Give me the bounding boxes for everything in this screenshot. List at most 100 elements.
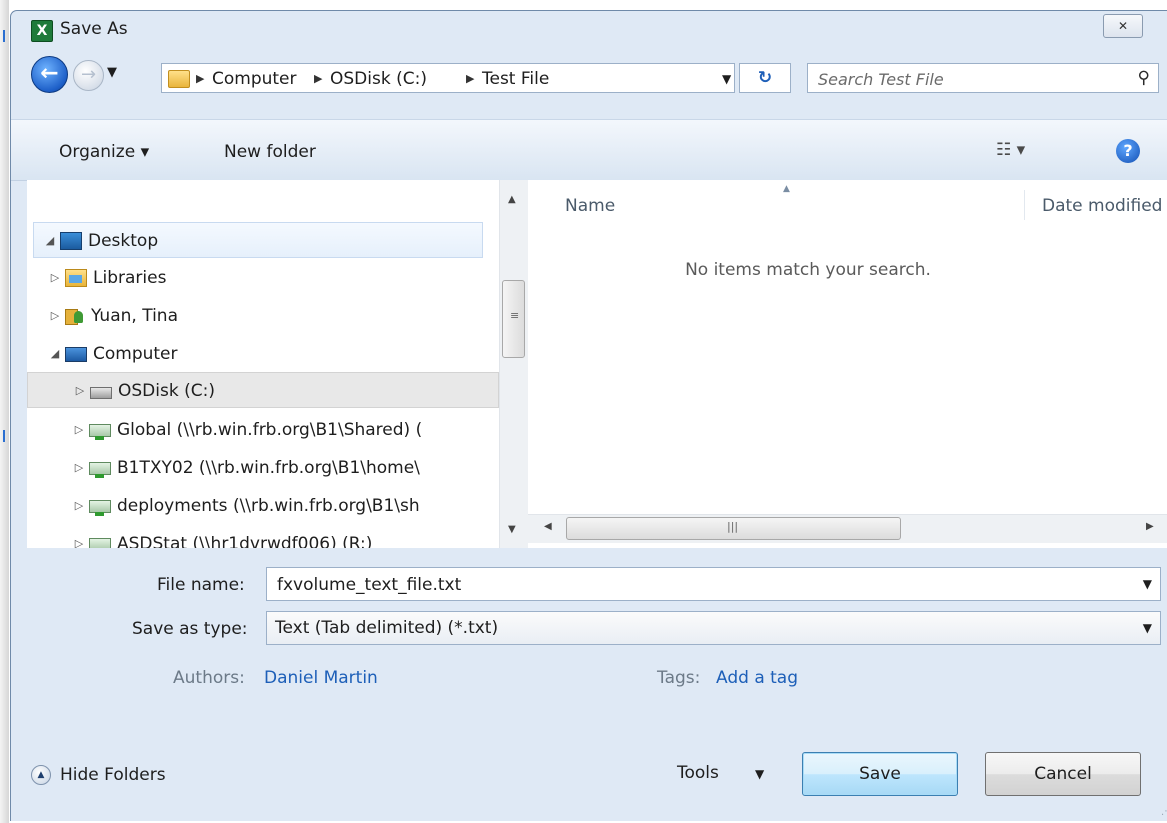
tree-item-global[interactable]: ▷ Global (\\rb.win.frb.org\B1\Shared) ( xyxy=(71,412,422,448)
column-divider[interactable] xyxy=(1024,190,1025,220)
close-icon: ✕ xyxy=(1117,19,1129,33)
tree-item-osdisk[interactable]: ▷ OSDisk (C:) xyxy=(27,372,499,408)
edge-marker xyxy=(3,430,5,442)
tree-item-asdstat[interactable]: ▷ ASDStat (\\hr1dvrwdf006) (R:) xyxy=(71,526,372,548)
chevron-down-icon[interactable]: ▼ xyxy=(755,767,764,781)
tree-item-label: B1TXY02 (\\rb.win.frb.org\B1\home\ xyxy=(117,458,420,478)
expand-arrow-icon[interactable]: ▷ xyxy=(71,526,87,548)
scroll-thumb[interactable]: ||| xyxy=(566,517,901,540)
tags-label: Tags: xyxy=(657,668,701,688)
save-as-type-select[interactable]: Text (Tab delimited) (*.txt) ▼ xyxy=(266,611,1161,645)
file-list-pane[interactable]: ▲ Name Date modified No items match your… xyxy=(528,180,1167,548)
change-view-icon[interactable]: ☷ ▾ xyxy=(996,140,1025,160)
expand-arrow-icon[interactable]: ▷ xyxy=(47,298,63,334)
network-drive-icon xyxy=(89,537,111,548)
save-as-type-label: Save as type: xyxy=(132,619,248,639)
column-header-name[interactable]: Name xyxy=(565,196,615,216)
file-name-label: File name: xyxy=(157,575,245,595)
tree-item-label: Yuan, Tina xyxy=(91,306,178,326)
empty-list-message: No items match your search. xyxy=(685,260,931,280)
chevron-down-icon[interactable]: ▼ xyxy=(1143,621,1152,635)
close-button[interactable]: ✕ xyxy=(1103,14,1143,38)
back-button[interactable]: ← xyxy=(31,56,68,93)
navigation-tree[interactable]: ◢ Desktop ▷ Libraries ▷ Yuan, Tina ◢ Compute… xyxy=(27,180,499,548)
breadcrumb-separator[interactable]: ▶ xyxy=(314,72,322,85)
tree-item-b1txy02[interactable]: ▷ B1TXY02 (\\rb.win.frb.org\B1\home\ xyxy=(71,450,420,486)
tree-item-label: OSDisk (C:) xyxy=(118,381,215,401)
add-tag-link[interactable]: Add a tag xyxy=(716,668,798,688)
grip-icon: ||| xyxy=(727,520,739,533)
scroll-right-icon[interactable]: ▶ xyxy=(1146,521,1154,532)
hide-folders-label: Hide Folders xyxy=(60,765,166,785)
breadcrumb-test-file[interactable]: Test File xyxy=(482,69,549,89)
tree-item-label: ASDStat (\\hr1dvrwdf006) (R:) xyxy=(117,534,373,548)
tree-item-label: deployments (\\rb.win.frb.org\B1\sh xyxy=(117,496,420,516)
tree-vertical-scrollbar[interactable]: ▲ ≡ ▼ xyxy=(499,180,528,548)
recent-pages-dropdown[interactable]: ▼ xyxy=(107,65,117,80)
command-toolbar: Organize ▾ New folder ☷ ▾ ? xyxy=(11,119,1167,181)
resize-grip-icon[interactable]: ⋰ xyxy=(1161,806,1167,817)
list-horizontal-scrollbar[interactable]: ◀ ||| ▶ xyxy=(528,514,1167,543)
network-drive-icon xyxy=(89,499,111,516)
scroll-up-icon[interactable]: ▲ xyxy=(508,194,516,205)
scroll-down-icon[interactable]: ▼ xyxy=(508,524,516,535)
search-icon[interactable]: ⚲ xyxy=(1138,68,1150,88)
save-as-type-value: Text (Tab delimited) (*.txt) xyxy=(275,618,499,638)
expand-arrow-icon[interactable]: ▷ xyxy=(71,488,87,524)
user-folder-icon xyxy=(65,308,85,325)
tree-item-computer[interactable]: ◢ Computer xyxy=(47,336,178,372)
address-bar[interactable]: ▶ Computer ▶ OSDisk (C:) ▶ Test File ▼ xyxy=(161,63,735,93)
collapse-arrow-icon[interactable]: ◢ xyxy=(42,223,58,259)
arrow-right-icon: → xyxy=(80,64,97,85)
expand-arrow-icon[interactable]: ▷ xyxy=(47,260,63,296)
organize-menu[interactable]: Organize ▾ xyxy=(59,142,149,162)
tree-item-label: Global (\\rb.win.frb.org\B1\Shared) ( xyxy=(117,420,423,440)
help-icon[interactable]: ? xyxy=(1116,139,1140,163)
collapse-arrow-icon[interactable]: ◢ xyxy=(47,336,63,372)
cancel-button[interactable]: Cancel xyxy=(985,752,1141,796)
expand-arrow-icon[interactable]: ▷ xyxy=(72,373,88,409)
expand-arrow-icon[interactable]: ▷ xyxy=(71,450,87,486)
chevron-down-icon[interactable]: ▼ xyxy=(1143,577,1152,591)
dialog-title: Save As xyxy=(60,19,128,39)
desktop-icon xyxy=(60,232,82,250)
tree-item-user[interactable]: ▷ Yuan, Tina xyxy=(47,298,178,334)
computer-icon xyxy=(65,346,87,362)
tree-item-desktop[interactable]: ◢ Desktop xyxy=(33,222,483,258)
breadcrumb-osdisk[interactable]: OSDisk (C:) xyxy=(330,69,427,89)
column-header-date-modified[interactable]: Date modified xyxy=(1042,196,1162,216)
scroll-thumb[interactable]: ≡ xyxy=(502,280,525,358)
search-box[interactable]: ⚲ xyxy=(807,63,1159,93)
grip-icon: ≡ xyxy=(510,309,520,322)
authors-value[interactable]: Daniel Martin xyxy=(264,668,378,688)
folder-icon xyxy=(168,70,190,88)
forward-button[interactable]: → xyxy=(73,60,104,91)
new-folder-button[interactable]: New folder xyxy=(224,142,316,162)
network-drive-icon xyxy=(89,461,111,478)
sort-ascending-icon: ▲ xyxy=(783,184,790,194)
search-input[interactable] xyxy=(816,67,1110,91)
refresh-button[interactable]: ↻ xyxy=(739,63,791,93)
background-window-edge xyxy=(0,0,9,823)
tools-menu[interactable]: Tools xyxy=(677,763,719,783)
breadcrumb-computer[interactable]: Computer xyxy=(212,69,297,89)
tree-item-label: Computer xyxy=(93,344,178,364)
network-drive-icon xyxy=(89,423,111,440)
title-bar[interactable]: X Save As ✕ xyxy=(11,11,1167,63)
refresh-icon: ↻ xyxy=(757,68,773,88)
file-name-input[interactable] xyxy=(275,573,1129,597)
file-name-combobox[interactable]: ▼ xyxy=(266,567,1161,601)
edge-marker xyxy=(3,30,5,42)
breadcrumb-separator[interactable]: ▶ xyxy=(466,72,474,85)
tree-item-label: Libraries xyxy=(93,268,167,288)
excel-app-icon: X xyxy=(31,20,53,42)
scroll-left-icon[interactable]: ◀ xyxy=(544,521,552,532)
breadcrumb-separator[interactable]: ▶ xyxy=(196,72,204,85)
tree-item-libraries[interactable]: ▷ Libraries xyxy=(47,260,167,296)
tree-item-label: Desktop xyxy=(88,231,159,251)
authors-label: Authors: xyxy=(173,668,245,688)
address-dropdown[interactable]: ▼ xyxy=(722,72,731,86)
save-button[interactable]: Save xyxy=(802,752,958,796)
expand-arrow-icon[interactable]: ▷ xyxy=(71,412,87,448)
tree-item-deployments[interactable]: ▷ deployments (\\rb.win.frb.org\B1\sh xyxy=(71,488,420,524)
